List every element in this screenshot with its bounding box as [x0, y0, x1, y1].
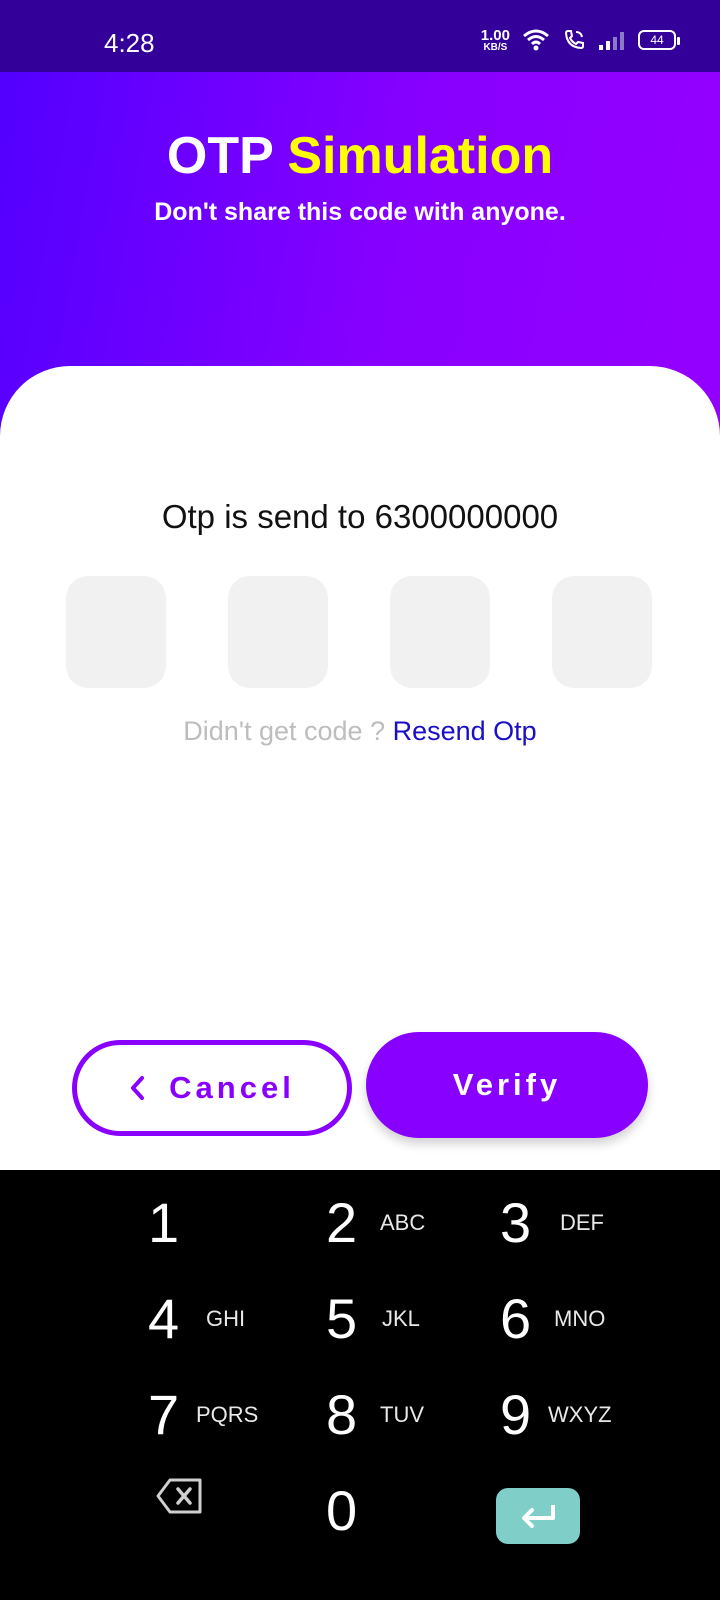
key-digit: 0 [326, 1479, 358, 1542]
key-3[interactable]: 3 DEF [490, 1180, 660, 1270]
network-speed-value: 1.00 [480, 26, 510, 44]
enter-icon [522, 1505, 555, 1528]
key-4[interactable]: 4 GHI [140, 1276, 310, 1366]
otp-digit-input-4[interactable] [552, 576, 652, 688]
key-digit: 5 [326, 1287, 358, 1350]
resend-otp-link[interactable]: Resend Otp [393, 716, 537, 746]
backspace-icon [156, 1478, 202, 1514]
verify-button[interactable]: Verify [366, 1032, 648, 1138]
otp-sent-message: Otp is send to 6300000000 [161, 498, 559, 535]
otp-digit-input-3[interactable] [390, 576, 490, 688]
wifi-icon [523, 29, 549, 51]
page-title-accent: Simulation [287, 127, 554, 185]
key-7[interactable]: 7 PQRS [140, 1372, 310, 1462]
resend-prompt: Didn't get code ? [183, 716, 386, 746]
status-icons: 1.00 KB/S 44 [481, 24, 680, 56]
backspace-key[interactable] [150, 1470, 210, 1530]
key-letters: PQRS [196, 1402, 259, 1427]
key-5[interactable]: 5 JKL [316, 1276, 486, 1366]
resend-row: Didn't get code ? Resend Otp [0, 716, 720, 747]
status-time: 4:28 [104, 28, 155, 58]
otp-digit-input-1[interactable] [66, 576, 166, 688]
network-speed: 1.00 KB/S [481, 28, 510, 53]
signal-icon [599, 32, 624, 50]
key-8[interactable]: 8 TUV [316, 1372, 486, 1462]
key-letters: GHI [206, 1306, 246, 1331]
key-digit: 7 [148, 1383, 180, 1446]
network-speed-unit: KB/S [483, 41, 508, 53]
key-digit: 2 [326, 1191, 358, 1254]
enter-key[interactable] [496, 1488, 580, 1544]
key-1[interactable]: 1 [140, 1180, 310, 1270]
key-digit: 4 [148, 1287, 180, 1350]
page-title: OTP Simulation [0, 126, 720, 186]
key-6[interactable]: 6 MNO [490, 1276, 660, 1366]
key-digit: 9 [500, 1383, 532, 1446]
status-bar: 4:28 1.00 KB/S 44 [0, 0, 720, 72]
key-letters: WXYZ [548, 1402, 612, 1427]
chevron-left-icon [131, 1076, 145, 1100]
key-letters: ABC [380, 1210, 426, 1235]
battery-level: 44 [650, 33, 664, 47]
key-digit: 3 [500, 1191, 532, 1254]
battery-icon: 44 [638, 30, 680, 50]
cancel-button[interactable]: Cancel [72, 1040, 352, 1136]
key-digit: 1 [148, 1191, 180, 1254]
cancel-button-label: Cancel [169, 1070, 295, 1105]
key-letters: DEF [560, 1210, 604, 1235]
key-letters: MNO [554, 1306, 606, 1331]
key-0[interactable]: 0 [316, 1468, 486, 1558]
key-digit: 8 [326, 1383, 358, 1446]
key-digit: 6 [500, 1287, 532, 1350]
numeric-keyboard: 1 2 ABC 3 DEF 4 GHI 5 JKL 6 MNO 7 PQRS 8… [0, 1170, 720, 1600]
page-title-main: OTP [166, 127, 273, 185]
key-9[interactable]: 9 WXYZ [490, 1372, 660, 1462]
verify-button-label: Verify [452, 1067, 562, 1102]
key-2[interactable]: 2 ABC [316, 1180, 486, 1270]
wifi-calling-icon [564, 30, 584, 50]
key-letters: JKL [382, 1306, 420, 1331]
key-letters: TUV [380, 1402, 424, 1427]
page-subtitle: Don't share this code with anyone. [154, 198, 566, 226]
otp-card: Otp is send to 6300000000 Didn't get cod… [0, 366, 720, 1170]
otp-digit-input-2[interactable] [228, 576, 328, 688]
